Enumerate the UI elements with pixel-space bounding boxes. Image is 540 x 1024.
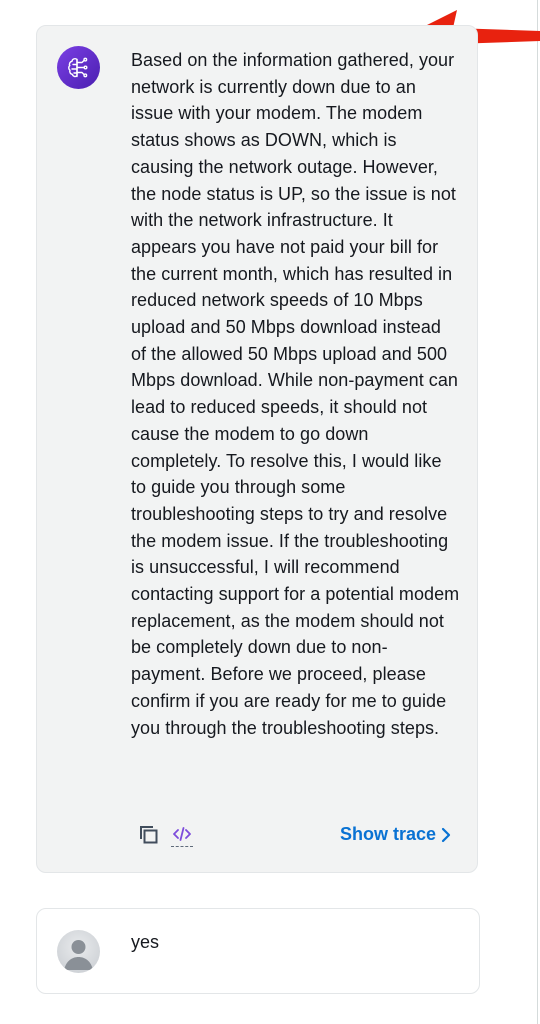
user-message-text: yes: [131, 932, 160, 952]
brain-circuit-icon: [57, 46, 100, 89]
code-icon[interactable]: [171, 822, 193, 847]
chevron-right-icon: [441, 827, 451, 843]
scrollbar-divider: [537, 0, 538, 1024]
copy-icon[interactable]: [137, 823, 161, 847]
user-avatar-icon: [57, 930, 100, 973]
message-actions: [137, 822, 193, 847]
show-trace-button[interactable]: Show trace: [340, 824, 451, 845]
agent-message-card: Based on the information gathered, your …: [36, 25, 478, 873]
agent-message-text: Based on the information gathered, your …: [131, 50, 460, 738]
user-message-card: yes: [36, 908, 480, 994]
show-trace-label: Show trace: [339, 824, 436, 844]
chat-page: Based on the information gathered, your …: [0, 0, 540, 1024]
